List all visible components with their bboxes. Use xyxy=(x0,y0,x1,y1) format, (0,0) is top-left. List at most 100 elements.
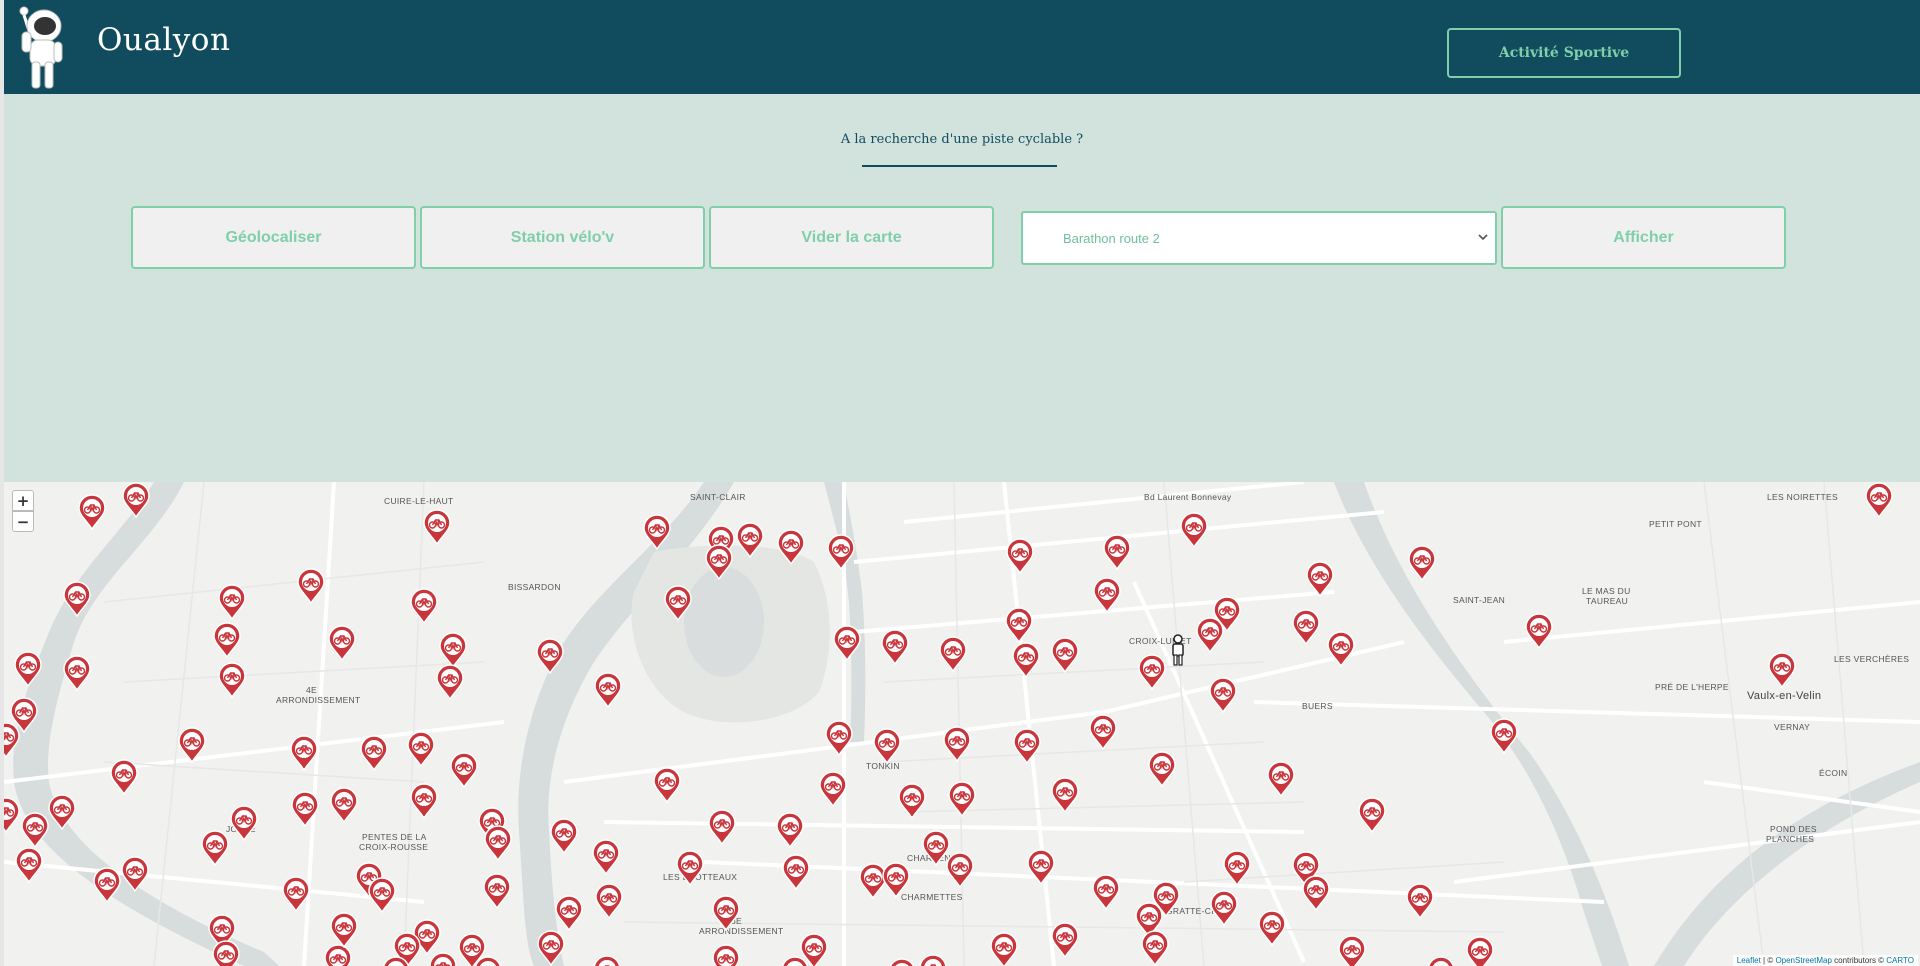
bike-station-marker-icon[interactable] xyxy=(704,544,734,581)
bike-station-marker-icon[interactable] xyxy=(217,662,247,699)
bike-station-marker-icon[interactable] xyxy=(473,956,503,966)
bike-station-marker-icon[interactable] xyxy=(1337,935,1367,966)
bike-station-marker-icon[interactable] xyxy=(781,854,811,891)
bike-station-marker-icon[interactable] xyxy=(1864,482,1894,519)
bike-station-marker-icon[interactable] xyxy=(594,883,624,920)
bike-station-marker-icon[interactable] xyxy=(1102,534,1132,571)
bike-station-marker-icon[interactable] xyxy=(428,952,458,966)
bike-station-marker-icon[interactable] xyxy=(1266,761,1296,798)
bike-station-marker-icon[interactable] xyxy=(887,958,917,966)
bike-station-marker-icon[interactable] xyxy=(826,534,856,571)
bike-station-marker-icon[interactable] xyxy=(212,622,242,659)
bike-station-marker-icon[interactable] xyxy=(1026,849,1056,886)
bike-station-marker-icon[interactable] xyxy=(47,794,77,831)
bike-station-marker-icon[interactable] xyxy=(1011,642,1041,679)
sport-activity-button[interactable]: Activité Sportive xyxy=(1447,28,1681,78)
bike-station-marker-icon[interactable] xyxy=(989,932,1019,966)
bike-station-marker-icon[interactable] xyxy=(1524,613,1554,650)
bike-station-marker-icon[interactable] xyxy=(947,781,977,818)
bike-station-marker-icon[interactable] xyxy=(367,877,397,914)
bike-station-marker-icon[interactable] xyxy=(881,862,911,899)
bike-station-marker-icon[interactable] xyxy=(549,818,579,855)
bike-station-marker-icon[interactable] xyxy=(20,812,50,849)
bike-station-marker-icon[interactable] xyxy=(711,944,741,966)
bike-station-marker-icon[interactable] xyxy=(121,482,151,519)
station-velov-button[interactable]: Station vélo'v xyxy=(420,206,705,269)
bike-station-marker-icon[interactable] xyxy=(482,873,512,910)
bike-station-marker-icon[interactable] xyxy=(1426,956,1456,966)
carto-link[interactable]: CARTO xyxy=(1886,956,1914,965)
bike-station-marker-icon[interactable] xyxy=(329,787,359,824)
bike-station-marker-icon[interactable] xyxy=(1137,654,1167,691)
bike-station-marker-icon[interactable] xyxy=(652,767,682,804)
bike-station-marker-icon[interactable] xyxy=(897,783,927,820)
bike-station-marker-icon[interactable] xyxy=(449,752,479,789)
bike-station-marker-icon[interactable] xyxy=(406,731,436,768)
bike-station-marker-icon[interactable] xyxy=(1091,874,1121,911)
bike-station-marker-icon[interactable] xyxy=(872,728,902,765)
bike-station-marker-icon[interactable] xyxy=(217,584,247,621)
bike-station-marker-icon[interactable] xyxy=(177,727,207,764)
bike-station-marker-icon[interactable] xyxy=(290,791,320,828)
bike-station-marker-icon[interactable] xyxy=(711,895,741,932)
bike-station-marker-icon[interactable] xyxy=(593,672,623,709)
bike-station-marker-icon[interactable] xyxy=(483,825,513,862)
bike-station-marker-icon[interactable] xyxy=(1405,883,1435,920)
bike-station-marker-icon[interactable] xyxy=(1140,930,1170,966)
clear-map-button[interactable]: Vider la carte xyxy=(709,206,994,269)
bike-station-marker-icon[interactable] xyxy=(535,638,565,675)
bike-station-marker-icon[interactable] xyxy=(592,955,622,966)
bike-station-marker-icon[interactable] xyxy=(1767,652,1797,689)
bike-station-marker-icon[interactable] xyxy=(1357,797,1387,834)
bike-station-marker-icon[interactable] xyxy=(1005,538,1035,575)
bike-station-marker-icon[interactable] xyxy=(775,812,805,849)
bike-station-marker-icon[interactable] xyxy=(120,856,150,893)
bike-station-marker-icon[interactable] xyxy=(1489,718,1519,755)
bike-station-marker-icon[interactable] xyxy=(942,726,972,763)
bike-station-marker-icon[interactable] xyxy=(381,956,411,966)
bike-station-marker-icon[interactable] xyxy=(780,956,810,966)
bike-station-marker-icon[interactable] xyxy=(296,568,326,605)
bike-station-marker-icon[interactable] xyxy=(14,847,44,884)
bike-station-marker-icon[interactable] xyxy=(663,585,693,622)
bike-station-marker-icon[interactable] xyxy=(1465,936,1495,966)
bike-station-marker-icon[interactable] xyxy=(211,940,241,966)
zoom-in-button[interactable]: + xyxy=(12,490,34,511)
bike-station-marker-icon[interactable] xyxy=(435,664,465,701)
bike-station-marker-icon[interactable] xyxy=(1088,714,1118,751)
bike-station-marker-icon[interactable] xyxy=(4,722,21,759)
bike-station-marker-icon[interactable] xyxy=(1326,631,1356,668)
bike-station-marker-icon[interactable] xyxy=(1407,545,1437,582)
bike-station-marker-icon[interactable] xyxy=(1257,910,1287,947)
bike-station-marker-icon[interactable] xyxy=(1208,677,1238,714)
bike-station-marker-icon[interactable] xyxy=(409,588,439,625)
bike-station-marker-icon[interactable] xyxy=(1050,637,1080,674)
person-icon[interactable] xyxy=(1170,634,1186,666)
astronaut-logo-icon[interactable] xyxy=(12,2,72,90)
bike-station-marker-icon[interactable] xyxy=(1222,850,1252,887)
bike-station-marker-icon[interactable] xyxy=(945,852,975,889)
bike-station-marker-icon[interactable] xyxy=(707,809,737,846)
bike-station-marker-icon[interactable] xyxy=(1004,607,1034,644)
bike-station-marker-icon[interactable] xyxy=(281,876,311,913)
bike-station-marker-icon[interactable] xyxy=(1305,561,1335,598)
bike-station-marker-icon[interactable] xyxy=(675,850,705,887)
map[interactable]: + − CUIRE-LE-HAUT SAINT-CLAIR LES NOIRET… xyxy=(4,482,1920,966)
osm-link[interactable]: OpenStreetMap xyxy=(1775,956,1831,965)
bike-station-marker-icon[interactable] xyxy=(1209,890,1239,927)
bike-station-marker-icon[interactable] xyxy=(1050,777,1080,814)
bike-station-marker-icon[interactable] xyxy=(1301,875,1331,912)
bike-station-marker-icon[interactable] xyxy=(536,930,566,966)
bike-station-marker-icon[interactable] xyxy=(327,625,357,662)
bike-station-marker-icon[interactable] xyxy=(1012,728,1042,765)
geolocate-button[interactable]: Géolocaliser xyxy=(131,206,416,269)
bike-station-marker-icon[interactable] xyxy=(4,797,21,834)
bike-station-marker-icon[interactable] xyxy=(200,830,230,867)
bike-station-marker-icon[interactable] xyxy=(109,759,139,796)
bike-station-marker-icon[interactable] xyxy=(289,735,319,772)
bike-station-marker-icon[interactable] xyxy=(824,720,854,757)
bike-station-marker-icon[interactable] xyxy=(1050,922,1080,959)
bike-station-marker-icon[interactable] xyxy=(359,735,389,772)
bike-station-marker-icon[interactable] xyxy=(1147,751,1177,788)
bike-station-marker-icon[interactable] xyxy=(642,514,672,551)
